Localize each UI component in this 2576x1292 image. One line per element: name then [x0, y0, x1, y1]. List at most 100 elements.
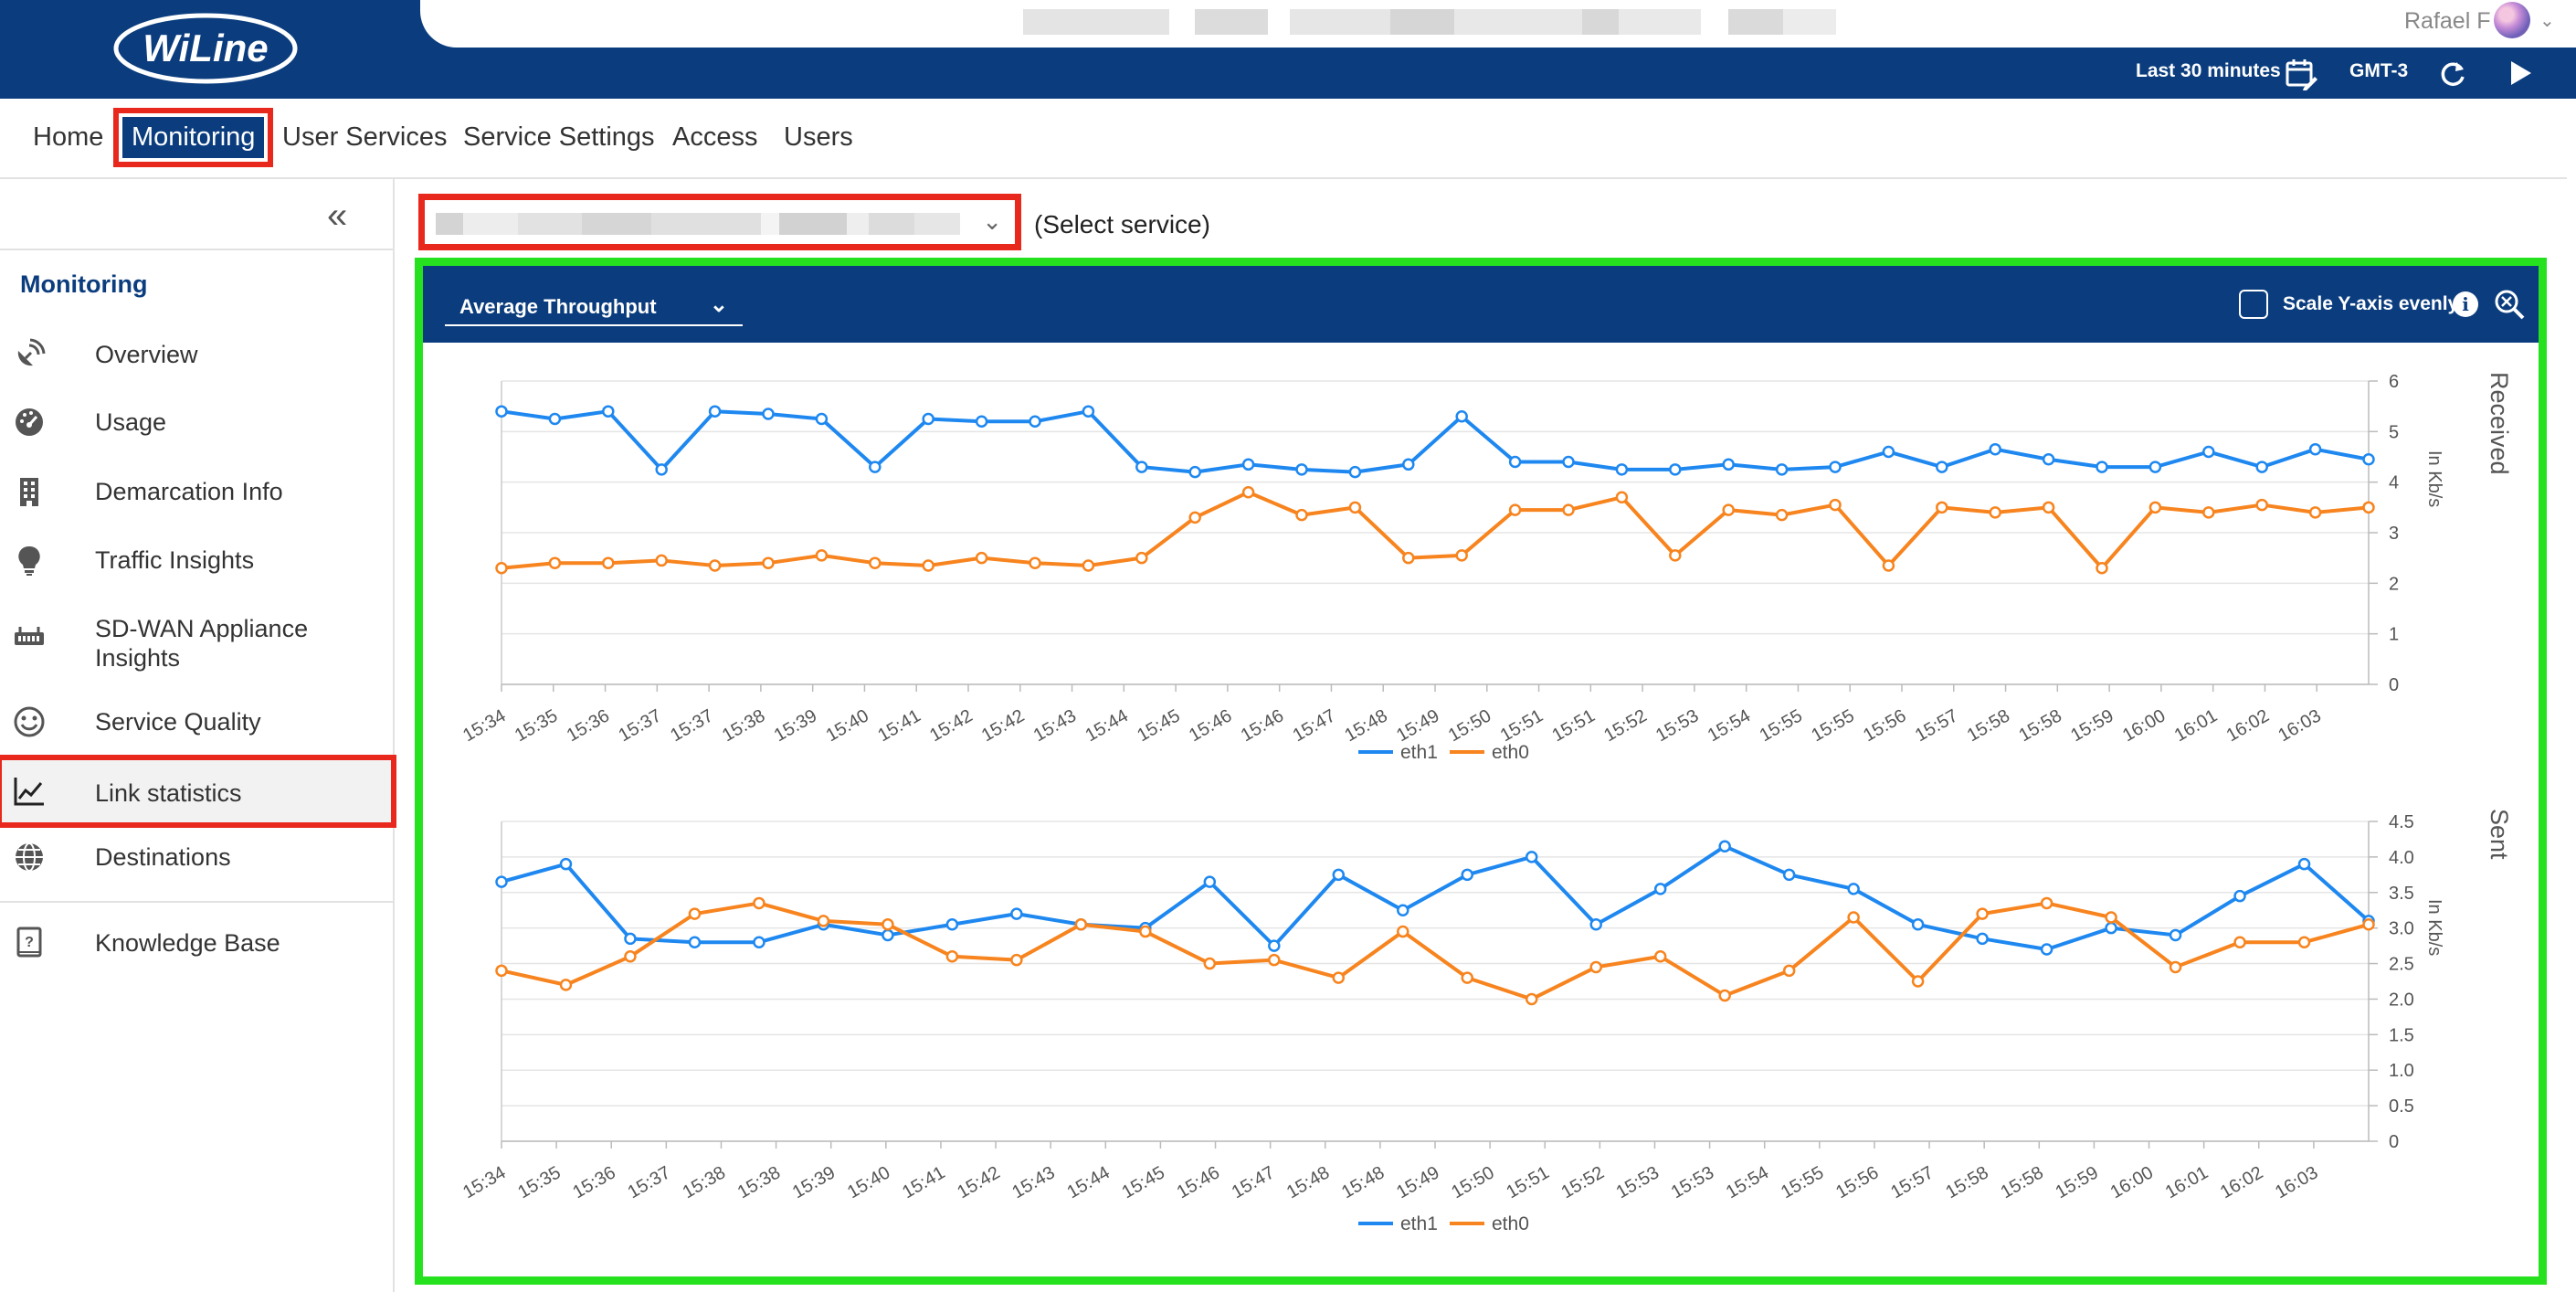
collapse-sidebar-icon[interactable]: « [327, 196, 347, 237]
play-icon[interactable] [2507, 58, 2534, 88]
x-tick-label: 15:58 [2015, 705, 2064, 746]
data-point-eth1 [497, 877, 507, 887]
sidebar-item-traffic-insights[interactable]: Traffic Insights [0, 531, 393, 586]
data-point-eth0 [1403, 553, 1413, 563]
metric-select[interactable]: Average Throughput ⌄ [445, 286, 743, 326]
x-tick-label: 15:46 [1174, 1162, 1223, 1202]
building-icon [13, 475, 46, 508]
y-tick-label: 3.5 [2389, 884, 2414, 904]
data-point-eth1 [1269, 941, 1279, 951]
data-point-eth0 [2257, 500, 2267, 510]
y-tick-label: 4 [2389, 473, 2399, 493]
sidebar-item-label: Traffic Insights [95, 545, 254, 575]
data-point-eth1 [1591, 919, 1601, 929]
y-axis-label: In Kb/s [2424, 450, 2444, 507]
legend-label-eth1: eth1 [1400, 1213, 1438, 1234]
refresh-icon[interactable] [2437, 58, 2468, 90]
y-tick-label: 0.5 [2389, 1096, 2414, 1117]
chevron-down-icon[interactable]: ⌄ [982, 207, 1002, 236]
info-icon[interactable]: i [2453, 291, 2478, 317]
sidebar-item-sdwan-appliance-insights[interactable]: SD-WAN Appliance Insights [0, 599, 393, 672]
data-point-eth0 [497, 563, 507, 573]
top-header: WiLine Rafael F ⌄ Last 30 minutes GMT-3 [0, 0, 2576, 99]
lightbulb-icon [13, 544, 46, 577]
data-point-eth1 [1526, 852, 1536, 862]
nav-user-services[interactable]: User Services [282, 122, 448, 153]
sidebar-item-label: SD-WAN Appliance Insights [95, 614, 369, 672]
logo-text: WiLine [143, 26, 268, 69]
data-point-eth0 [1398, 927, 1408, 937]
gauge-icon [13, 406, 46, 439]
x-tick-label: 15:45 [1134, 705, 1183, 746]
sidebar-item-label: Knowledge Base [95, 928, 280, 958]
series-line-eth0 [501, 903, 2369, 999]
x-tick-label: 15:49 [1393, 1162, 1442, 1202]
data-point-eth0 [1083, 560, 1093, 570]
data-point-eth0 [1913, 977, 1923, 987]
data-point-eth1 [1190, 467, 1200, 477]
sidebar-item-link-statistics[interactable]: Link statistics [0, 758, 393, 824]
legend-label-eth1: eth1 [1400, 742, 1438, 763]
sidebar-item-demarcation-info[interactable]: Demarcation Info [0, 462, 393, 517]
data-point-eth0 [754, 898, 764, 908]
wiline-logo[interactable]: WiLine [110, 11, 301, 86]
x-tick-label: 15:42 [954, 1162, 1003, 1202]
user-name[interactable]: Rafael F [2404, 8, 2490, 35]
x-tick-label: 15:48 [1338, 1162, 1388, 1202]
timezone-label[interactable]: GMT-3 [2349, 60, 2408, 82]
data-point-eth0 [1350, 503, 1360, 513]
service-select[interactable]: ⌄ [418, 194, 1021, 250]
chevron-down-icon[interactable]: ⌄ [2539, 9, 2555, 32]
calendar-edit-icon[interactable] [2284, 57, 2318, 91]
x-tick-label: 15:47 [1290, 705, 1339, 746]
main-nav: Home Monitoring User Services Service Se… [0, 99, 2567, 179]
data-point-eth0 [1937, 503, 1947, 513]
metric-select-value: Average Throughput [459, 295, 657, 318]
data-point-eth1 [657, 464, 667, 474]
y-tick-label: 2.0 [2389, 990, 2414, 1010]
time-range-label[interactable]: Last 30 minutes [2136, 60, 2281, 82]
nav-users[interactable]: Users [784, 122, 853, 153]
data-point-eth1 [1510, 457, 1520, 467]
sidebar-item-service-quality[interactable]: Service Quality [0, 693, 393, 747]
data-point-eth0 [1205, 958, 1215, 969]
sidebar-item-knowledge-base[interactable]: ? Knowledge Base [0, 914, 393, 969]
nav-monitoring[interactable]: Monitoring [122, 117, 264, 158]
data-point-eth1 [1720, 842, 1730, 852]
data-point-eth1 [561, 859, 571, 869]
data-point-eth0 [2150, 503, 2160, 513]
x-tick-label: 15:43 [1008, 1162, 1058, 1202]
sidebar-item-label: Demarcation Info [95, 477, 283, 506]
data-point-eth1 [550, 414, 560, 424]
data-point-eth1 [1617, 464, 1627, 474]
scale-y-axis-label[interactable]: Scale Y-axis evenly [2283, 293, 2458, 315]
zoom-reset-icon[interactable] [2493, 288, 2526, 321]
sidebar-item-usage[interactable]: Usage [0, 393, 393, 448]
data-point-eth0 [817, 550, 827, 560]
x-tick-label: 15:44 [1082, 705, 1131, 746]
x-tick-label: 15:38 [680, 1162, 729, 1202]
data-point-eth1 [1849, 884, 1859, 894]
x-tick-label: 15:43 [1030, 705, 1080, 746]
nav-access[interactable]: Access [672, 122, 757, 153]
data-point-eth1 [2097, 462, 2107, 472]
y-tick-label: 4.5 [2389, 812, 2414, 832]
y-axis-label: In Kb/s [2424, 899, 2444, 956]
data-point-eth0 [561, 980, 571, 990]
x-tick-label: 15:35 [512, 705, 561, 746]
data-point-eth0 [882, 919, 892, 929]
sidebar-section-title: Monitoring [20, 270, 147, 299]
nav-service-settings[interactable]: Service Settings [463, 122, 655, 153]
x-tick-label: 15:57 [1887, 1162, 1937, 1202]
scale-y-axis-checkbox[interactable] [2239, 290, 2268, 319]
x-tick-label: 15:52 [1600, 705, 1650, 746]
data-point-eth0 [1777, 510, 1787, 520]
x-tick-label: 15:42 [978, 705, 1028, 746]
avatar[interactable] [2494, 2, 2530, 38]
data-point-eth1 [947, 919, 957, 929]
sidebar-item-destinations[interactable]: Destinations [0, 828, 393, 883]
nav-home[interactable]: Home [33, 122, 103, 153]
sidebar-item-overview[interactable]: Overview [0, 325, 393, 380]
y-tick-label: 1.5 [2389, 1025, 2414, 1045]
data-point-eth1 [710, 407, 720, 417]
